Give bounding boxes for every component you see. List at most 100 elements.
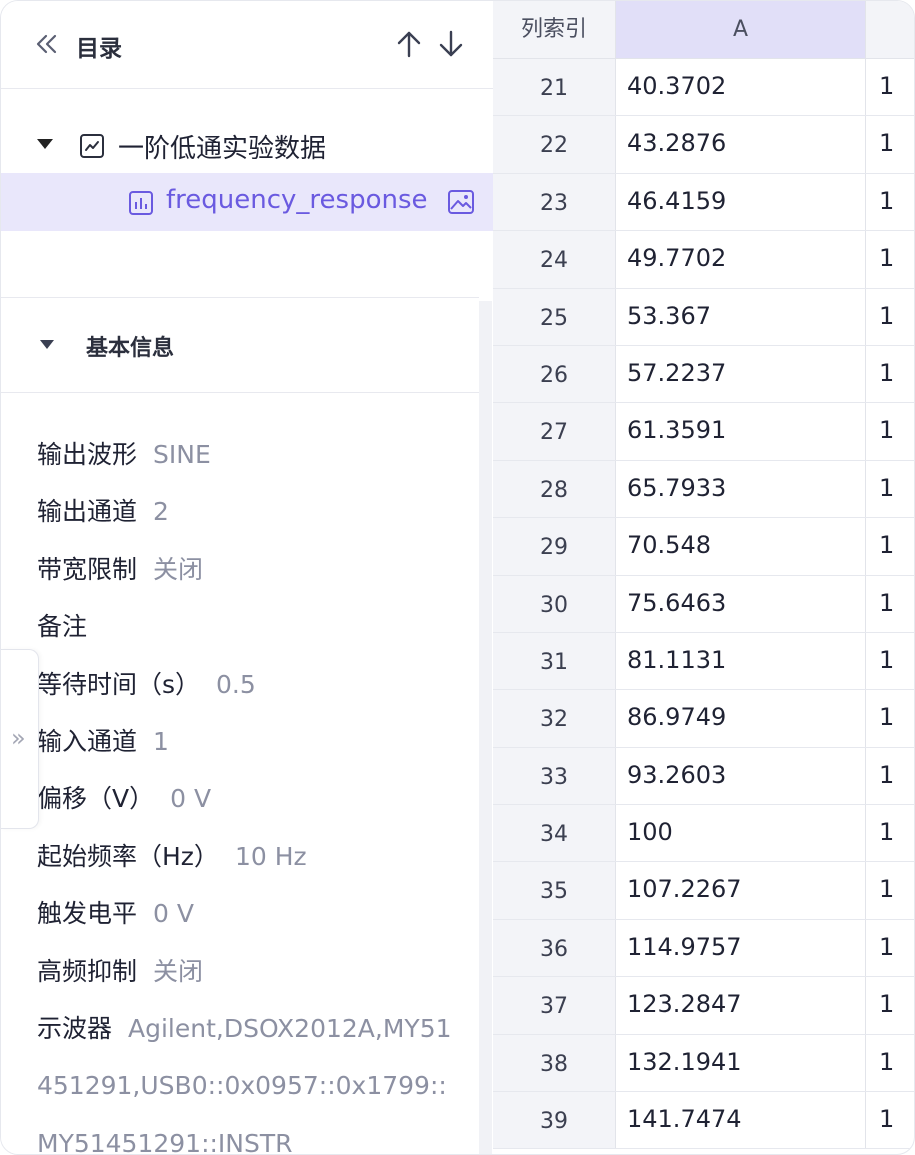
cell-a[interactable]: 75.6463 <box>616 575 866 632</box>
table-row[interactable]: 28 65.7933 1 <box>493 460 914 519</box>
cell-a[interactable]: 100 <box>616 805 866 862</box>
cell-a[interactable]: 57.2237 <box>616 345 866 403</box>
cell-b[interactable]: 1 <box>866 59 914 115</box>
cell-b[interactable]: 1 <box>866 805 914 861</box>
property-value: 1 <box>153 727 169 757</box>
cell-a[interactable]: 49.7702 <box>616 231 866 288</box>
table-row[interactable]: 36 114.9757 1 <box>493 919 914 978</box>
cell-a[interactable]: 141.7474 <box>616 1092 866 1149</box>
column-header-b[interactable] <box>866 1 914 59</box>
property-key: 带宽限制 <box>37 554 138 584</box>
caret-down-icon[interactable] <box>40 340 54 349</box>
row-index-cell[interactable]: 28 <box>493 460 616 518</box>
cell-b[interactable]: 1 <box>866 1035 914 1091</box>
cell-b[interactable]: 1 <box>866 174 914 230</box>
cell-b[interactable]: 1 <box>866 576 914 632</box>
app-window: 目录 一阶低通实验数据 frequency_response 基本信息 输出波形… <box>0 0 915 1155</box>
cell-a[interactable]: 65.7933 <box>616 460 866 518</box>
row-index-cell[interactable]: 30 <box>493 575 616 632</box>
cell-b[interactable]: 1 <box>866 690 914 746</box>
row-index-cell[interactable]: 29 <box>493 518 616 575</box>
row-index-cell[interactable]: 32 <box>493 690 616 747</box>
tree-item-dataset[interactable]: 一阶低通实验数据 <box>1 113 493 173</box>
property-row: 起始频率（Hz） 10 Hz <box>37 828 457 885</box>
table-row[interactable]: 31 81.1131 1 <box>493 632 914 691</box>
table-row[interactable]: 33 93.2603 1 <box>493 747 914 806</box>
table-row[interactable]: 21 40.3702 1 <box>493 59 914 117</box>
table-row[interactable]: 29 70.548 1 <box>493 518 914 576</box>
cell-b[interactable]: 1 <box>866 920 914 976</box>
cell-b[interactable]: 1 <box>866 289 914 345</box>
collapse-sidebar-icon[interactable] <box>34 31 60 57</box>
table-row[interactable]: 30 75.6463 1 <box>493 575 914 633</box>
row-index-cell[interactable]: 37 <box>493 977 616 1034</box>
cell-b[interactable]: 1 <box>866 461 914 517</box>
table-row[interactable]: 34 100 1 <box>493 805 914 863</box>
row-index-cell[interactable]: 22 <box>493 116 616 173</box>
cell-b[interactable]: 1 <box>866 633 914 689</box>
cell-a[interactable]: 123.2847 <box>616 977 866 1034</box>
cell-b[interactable]: 1 <box>866 403 914 459</box>
cell-a[interactable]: 40.3702 <box>616 59 866 116</box>
cell-a[interactable]: 43.2876 <box>616 116 866 173</box>
cell-b[interactable]: 1 <box>866 977 914 1033</box>
tree-item-frequency-response[interactable]: frequency_response <box>1 173 493 231</box>
move-up-icon[interactable] <box>394 29 424 59</box>
toc-header: 目录 <box>1 1 493 89</box>
column-header-index[interactable]: 列索引 <box>493 1 616 59</box>
row-index-cell[interactable]: 36 <box>493 919 616 977</box>
cell-b[interactable]: 1 <box>866 748 914 804</box>
row-index-cell[interactable]: 26 <box>493 345 616 403</box>
row-index-cell[interactable]: 23 <box>493 173 616 231</box>
cell-a[interactable]: 70.548 <box>616 518 866 575</box>
row-index-cell[interactable]: 33 <box>493 747 616 805</box>
row-index-cell[interactable]: 27 <box>493 403 616 460</box>
property-key: 偏移（V） <box>37 784 155 814</box>
row-index-cell[interactable]: 25 <box>493 288 616 345</box>
row-index-cell[interactable]: 24 <box>493 231 616 288</box>
property-row: 输出通道 2 <box>37 483 457 540</box>
cell-a[interactable]: 114.9757 <box>616 919 866 977</box>
cell-b[interactable]: 1 <box>866 862 914 918</box>
row-index-cell[interactable]: 38 <box>493 1034 616 1092</box>
table-row[interactable]: 37 123.2847 1 <box>493 977 914 1035</box>
property-row: 输出波形 SINE <box>37 426 457 483</box>
table-row[interactable]: 23 46.4159 1 <box>493 173 914 232</box>
table-row[interactable]: 27 61.3591 1 <box>493 403 914 461</box>
section-header-basic-info[interactable]: 基本信息 <box>1 297 479 393</box>
table-row[interactable]: 22 43.2876 1 <box>493 116 914 174</box>
row-index-cell[interactable]: 34 <box>493 805 616 862</box>
cell-b[interactable]: 1 <box>866 346 914 402</box>
row-index-cell[interactable]: 35 <box>493 862 616 919</box>
expand-panel-button[interactable]: » <box>1 649 39 829</box>
cell-a[interactable]: 132.1941 <box>616 1034 866 1092</box>
table-row[interactable]: 26 57.2237 1 <box>493 345 914 404</box>
cell-a[interactable]: 93.2603 <box>616 747 866 805</box>
column-header-a[interactable]: A <box>616 1 866 59</box>
table-row[interactable]: 39 141.7474 1 <box>493 1092 914 1150</box>
caret-down-icon[interactable] <box>37 139 53 149</box>
cell-b[interactable]: 1 <box>866 518 914 574</box>
row-index-cell[interactable]: 31 <box>493 632 616 690</box>
cell-a[interactable]: 53.367 <box>616 288 866 345</box>
property-row: 示波器 Agilent,DSOX2012A,MY51451291,USB0::0x… <box>37 1000 457 1154</box>
table-row[interactable]: 38 132.1941 1 <box>493 1034 914 1093</box>
table-row[interactable]: 24 49.7702 1 <box>493 231 914 289</box>
table-row[interactable]: 35 107.2267 1 <box>493 862 914 920</box>
row-index-cell[interactable]: 39 <box>493 1092 616 1149</box>
cell-a[interactable]: 86.9749 <box>616 690 866 747</box>
image-icon[interactable] <box>447 189 475 215</box>
table-row[interactable]: 32 86.9749 1 <box>493 690 914 748</box>
table-row[interactable]: 25 53.367 1 <box>493 288 914 346</box>
cell-a[interactable]: 81.1131 <box>616 632 866 690</box>
cell-a[interactable]: 46.4159 <box>616 173 866 231</box>
row-index-cell[interactable]: 21 <box>493 59 616 116</box>
cell-a[interactable]: 107.2267 <box>616 862 866 919</box>
scrollbar[interactable] <box>479 301 492 1154</box>
property-key: 高频抑制 <box>37 956 138 986</box>
cell-b[interactable]: 1 <box>866 231 914 287</box>
cell-b[interactable]: 1 <box>866 1092 914 1148</box>
move-down-icon[interactable] <box>436 29 466 59</box>
cell-a[interactable]: 61.3591 <box>616 403 866 460</box>
cell-b[interactable]: 1 <box>866 116 914 172</box>
